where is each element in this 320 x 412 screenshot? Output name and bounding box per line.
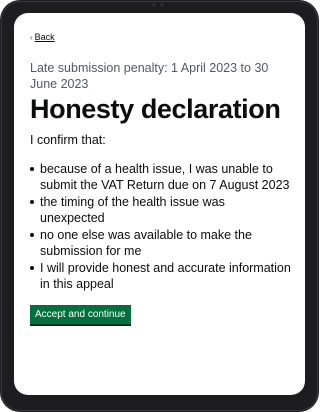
back-link-label: Back: [34, 32, 55, 42]
list-item-text: no one else was available to make the su…: [40, 227, 252, 258]
accept-and-continue-button[interactable]: Accept and continue: [30, 304, 131, 324]
page-caption: Late submission penalty: 1 April 2023 to…: [30, 61, 269, 91]
intro-text: I confirm that:: [30, 133, 106, 147]
declaration-list: because of a health issue, I was unable …: [30, 161, 292, 292]
tablet-screen: ‹ Back Late submission penalty: 1 April 2…: [14, 13, 305, 395]
front-camera-icon: [152, 3, 156, 7]
list-item: the timing of the health issue was unexp…: [30, 194, 292, 226]
page-title: Honesty declaration: [30, 94, 281, 124]
tablet-device-frame: ‹ Back Late submission penalty: 1 April 2…: [0, 0, 319, 412]
list-item: no one else was available to make the su…: [30, 227, 292, 259]
list-item: because of a health issue, I was unable …: [30, 161, 292, 193]
bullet-icon: [30, 232, 34, 237]
bullet-icon: [30, 265, 34, 270]
bullet-icon: [30, 199, 34, 204]
list-item: I will provide honest and accurate infor…: [30, 260, 292, 292]
back-link[interactable]: ‹ Back: [30, 32, 55, 42]
sensor-icon: [160, 3, 164, 7]
list-item-text: because of a health issue, I was unable …: [40, 161, 290, 192]
list-item-text: I will provide honest and accurate infor…: [40, 260, 291, 291]
bullet-icon: [30, 166, 34, 171]
chevron-left-icon: ‹: [30, 33, 33, 42]
list-item-text: the timing of the health issue was unexp…: [40, 194, 225, 225]
page-content: ‹ Back Late submission penalty: 1 April 2…: [30, 27, 292, 324]
